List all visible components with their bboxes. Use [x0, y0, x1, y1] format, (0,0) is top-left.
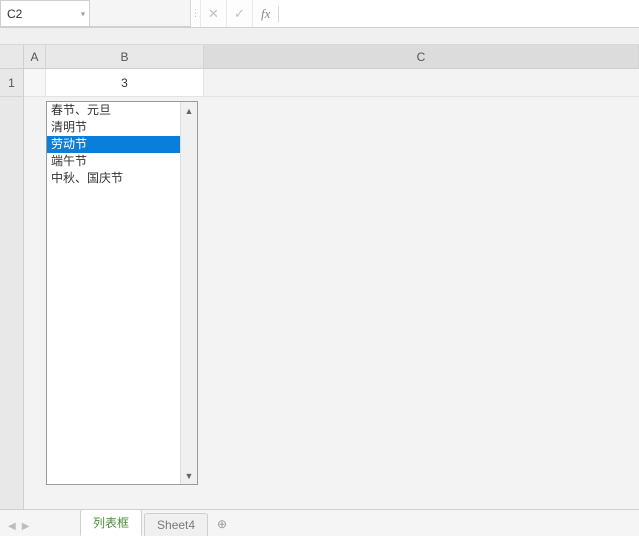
fx-button[interactable]: fx: [253, 6, 279, 22]
row-header-1[interactable]: 1: [0, 69, 23, 97]
formula-bar-controls: ⋮ ✕ ✓ fx: [190, 0, 279, 27]
dropdown-icon[interactable]: ▾: [81, 9, 85, 18]
confirm-icon[interactable]: ✓: [227, 0, 253, 27]
column-headers: A B C: [0, 45, 639, 69]
sheet-tab-bar: ◀ ▶ 列表框 Sheet4 ⊕: [0, 509, 639, 535]
select-all-corner[interactable]: [0, 45, 24, 68]
formula-bar-gap: [90, 0, 190, 27]
grid-body: 1 3 春节、元旦清明节劳动节端午节中秋、国庆节 ▲ ▼: [0, 69, 639, 509]
tab-nav[interactable]: ◀ ▶: [8, 521, 29, 532]
column-header-b[interactable]: B: [46, 45, 204, 68]
listbox-control[interactable]: 春节、元旦清明节劳动节端午节中秋、国庆节 ▲ ▼: [46, 101, 198, 485]
name-box-value: C2: [7, 7, 22, 21]
nav-prev-icon[interactable]: ◀: [8, 521, 16, 532]
scroll-down-icon[interactable]: ▼: [181, 467, 197, 484]
listbox-item[interactable]: 春节、元旦: [47, 102, 180, 119]
cell-c1[interactable]: [204, 69, 639, 97]
sheet-tab-active[interactable]: 列表框: [80, 509, 142, 536]
name-box[interactable]: C2 ▾: [0, 0, 90, 27]
cell-a1[interactable]: [24, 69, 46, 97]
listbox-item[interactable]: 清明节: [47, 119, 180, 136]
cell-b1[interactable]: 3: [46, 69, 204, 97]
listbox-item[interactable]: 劳动节: [47, 136, 180, 153]
nav-next-icon[interactable]: ▶: [22, 521, 30, 532]
listbox-scrollbar[interactable]: ▲ ▼: [180, 102, 197, 484]
formula-input[interactable]: [279, 0, 639, 27]
scroll-up-icon[interactable]: ▲: [181, 102, 197, 119]
listbox-items: 春节、元旦清明节劳动节端午节中秋、国庆节: [47, 102, 180, 484]
listbox-item[interactable]: 端午节: [47, 153, 180, 170]
row-1: 3: [24, 69, 639, 97]
separator-icon: ⋮: [191, 0, 201, 27]
cells-area[interactable]: 3 春节、元旦清明节劳动节端午节中秋、国庆节 ▲ ▼: [24, 69, 639, 509]
sheet-tab-other[interactable]: Sheet4: [144, 513, 208, 536]
divider-strip: [0, 28, 639, 45]
add-sheet-icon[interactable]: ⊕: [210, 513, 234, 535]
column-header-a[interactable]: A: [24, 45, 46, 68]
formula-bar: C2 ▾ ⋮ ✕ ✓ fx: [0, 0, 639, 28]
cancel-icon[interactable]: ✕: [201, 0, 227, 27]
row-headers: 1: [0, 69, 24, 509]
listbox-item[interactable]: 中秋、国庆节: [47, 170, 180, 187]
column-header-c[interactable]: C: [204, 45, 639, 68]
